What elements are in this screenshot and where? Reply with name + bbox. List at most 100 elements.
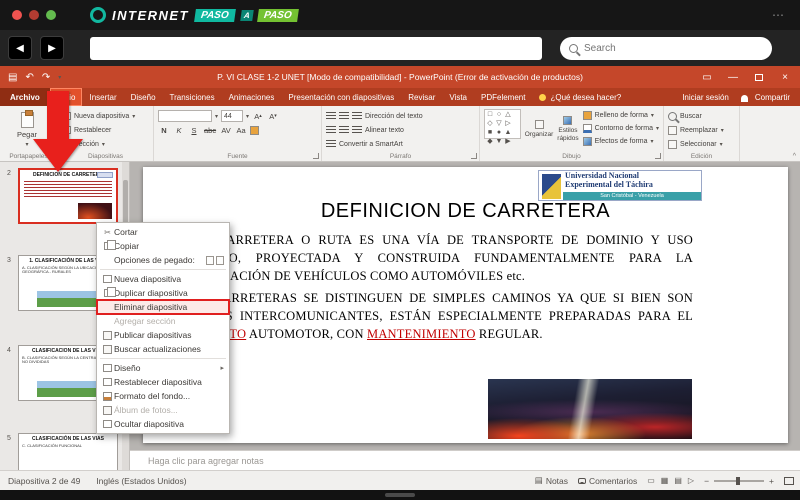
bullets-icon[interactable] [326, 112, 336, 120]
numbering-icon[interactable] [339, 112, 349, 120]
maximize-icon[interactable] [746, 66, 772, 88]
close-window-dot[interactable] [12, 10, 22, 20]
notes-toggle[interactable]: ▤ Notas [535, 475, 568, 486]
notes-pane[interactable]: Haga clic para agregar notas [130, 450, 800, 470]
qat-customize-icon[interactable]: ▾ [58, 74, 61, 81]
sign-in-link[interactable]: Iniciar sesión [682, 93, 729, 102]
tab-revisar[interactable]: Revisar [401, 88, 442, 106]
bold-button[interactable]: N [158, 124, 170, 136]
align-left-icon[interactable] [326, 126, 336, 134]
save-icon[interactable]: ▤ [8, 72, 17, 83]
tab-tell-me[interactable]: ¿Qué desea hacer? [532, 88, 628, 106]
quick-styles-button[interactable]: Estilos rápidos [557, 109, 579, 149]
character-spacing-button[interactable]: AV [220, 124, 232, 136]
comments-toggle[interactable]: Comentarios [578, 476, 637, 486]
menu-item-diseno[interactable]: Diseño ▸ [97, 361, 229, 375]
slide-title[interactable]: DEFINICION DE CARRETERA [143, 200, 788, 223]
shape-rect-fill-icon[interactable]: ■ [486, 129, 494, 137]
highway-night-photo[interactable] [488, 379, 692, 439]
align-right-icon[interactable] [352, 126, 362, 134]
search-box[interactable] [560, 37, 772, 60]
menu-item-copiar[interactable]: Copiar [97, 239, 229, 253]
header-menu-icon[interactable]: ⋯ [772, 8, 786, 22]
find-button[interactable]: Buscar [668, 109, 735, 123]
forward-button[interactable]: ▶ [40, 36, 64, 60]
menu-item-album-de-fotos[interactable]: Álbum de fotos... [97, 403, 229, 417]
tab-animaciones[interactable]: Animaciones [222, 88, 282, 106]
tab-pdfelement[interactable]: PDFelement [474, 88, 532, 106]
current-slide[interactable]: Universidad Nacional Experimental del Tá… [143, 167, 788, 443]
back-button[interactable]: ◀ [8, 36, 32, 60]
menu-item-publicar-diapositivas[interactable]: Publicar diapositivas [97, 328, 229, 342]
normal-view-icon[interactable]: ▭ [647, 476, 655, 485]
shape-outline-button[interactable]: Contorno de forma ▾ [582, 122, 659, 135]
font-size-select[interactable]: 44 [221, 110, 244, 122]
shape-arrow-fill-icon[interactable]: ▶ [504, 138, 512, 146]
shape-tri-down-fill-icon[interactable]: ▼ [495, 138, 503, 146]
tab-transiciones[interactable]: Transiciones [163, 88, 222, 106]
tab-vista[interactable]: Vista [442, 88, 474, 106]
font-color-icon[interactable] [250, 125, 260, 135]
zoom-slider[interactable] [714, 476, 765, 485]
columns-icon[interactable] [326, 140, 336, 148]
replace-button[interactable]: Reemplazar ▾ [668, 123, 735, 137]
minimize-icon[interactable]: — [720, 66, 746, 88]
shapes-gallery[interactable]: □ ○ △ ◇ ▽ ▷ ■ ● ▲ ◆ ▼ ▶ [484, 109, 521, 145]
strikethrough-button[interactable]: abc [203, 124, 217, 136]
language-status[interactable]: Inglés (Estados Unidos) [96, 476, 186, 486]
grow-font-button[interactable]: A [252, 110, 264, 122]
menu-item-cortar[interactable]: ✂ Cortar [97, 225, 229, 239]
tab-insertar[interactable]: Insertar [82, 88, 123, 106]
align-text-button[interactable]: Alinear texto [365, 127, 404, 134]
close-icon[interactable]: × [772, 66, 798, 88]
menu-item-formato-del-fondo[interactable]: Formato del fondo... [97, 389, 229, 403]
slideshow-view-icon[interactable]: ▷ [688, 476, 694, 485]
menu-item-agregar-seccion[interactable]: Agregar sección [97, 314, 229, 328]
slide-thumbnail-2[interactable]: DEFINICION DE CARRETERA [18, 168, 118, 224]
shape-tri-down-icon[interactable]: ▽ [495, 120, 503, 128]
paste-options-icons[interactable] [206, 255, 224, 265]
redo-icon[interactable]: ↷ [42, 72, 50, 83]
smartart-button[interactable]: Convertir a SmartArt [339, 141, 403, 148]
shape-rect-icon[interactable]: □ [486, 111, 494, 119]
shape-arrow-icon[interactable]: ▷ [504, 120, 512, 128]
address-bar[interactable] [90, 36, 542, 60]
menu-item-opciones-de-pegado[interactable]: Opciones de pegado: [97, 253, 229, 267]
zoom-in-icon[interactable]: + [769, 476, 774, 486]
mantenimiento-link[interactable]: MANTENIMIENTO [367, 327, 476, 341]
shape-diamond-fill-icon[interactable]: ◆ [486, 138, 494, 146]
menu-item-ocultar-diapositiva[interactable]: Ocultar diapositiva [97, 417, 229, 431]
reading-view-icon[interactable]: ▤ [674, 476, 682, 485]
zoom-out-icon[interactable]: − [704, 476, 709, 486]
font-name-select[interactable] [158, 110, 212, 122]
undo-icon[interactable]: ↶ [25, 72, 33, 83]
arrange-button[interactable]: Organizar [525, 109, 553, 149]
tab-presentacion[interactable]: Presentación con diapositivas [281, 88, 401, 106]
minimize-window-dot[interactable] [29, 10, 39, 20]
shape-fill-button[interactable]: Relleno de forma ▾ [582, 109, 659, 122]
menu-item-duplicar-diapositiva[interactable]: Duplicar diapositiva [97, 286, 229, 300]
menu-item-nueva-diapositiva[interactable]: Nueva diapositiva [97, 272, 229, 286]
tab-diseno[interactable]: Diseño [124, 88, 163, 106]
menu-item-restablecer-diapositiva[interactable]: Restablecer diapositiva [97, 375, 229, 389]
shape-circle-icon[interactable]: ○ [495, 111, 503, 119]
change-case-button[interactable]: Aa [235, 124, 247, 136]
menu-item-eliminar-diapositiva[interactable]: Eliminar diapositiva [96, 299, 230, 315]
search-input[interactable] [584, 43, 763, 54]
collapse-ribbon-icon[interactable]: ^ [793, 153, 796, 160]
shape-triangle-fill-icon[interactable]: ▲ [504, 129, 512, 137]
shape-diamond-icon[interactable]: ◇ [486, 120, 494, 128]
slide-sorter-view-icon[interactable]: ▦ [661, 476, 669, 485]
select-button[interactable]: Seleccionar ▾ [668, 137, 735, 151]
shape-triangle-icon[interactable]: △ [504, 111, 512, 119]
slide-body-text[interactable]: • UNA CARRETERA O RUTA ES UNA VÍA DE TRA… [167, 231, 693, 347]
share-button[interactable]: Compartir [740, 93, 790, 102]
indent-icon[interactable] [352, 112, 362, 120]
shape-circle-fill-icon[interactable]: ● [495, 129, 503, 137]
menu-item-buscar-actualizaciones[interactable]: Buscar actualizaciones [97, 342, 229, 356]
zoom-window-dot[interactable] [46, 10, 56, 20]
ribbon-display-options-icon[interactable]: ▭ [694, 66, 720, 88]
italic-button[interactable]: K [173, 124, 185, 136]
shape-effects-button[interactable]: Efectos de forma ▾ [582, 135, 659, 148]
text-direction-button[interactable]: Dirección del texto [365, 113, 423, 120]
